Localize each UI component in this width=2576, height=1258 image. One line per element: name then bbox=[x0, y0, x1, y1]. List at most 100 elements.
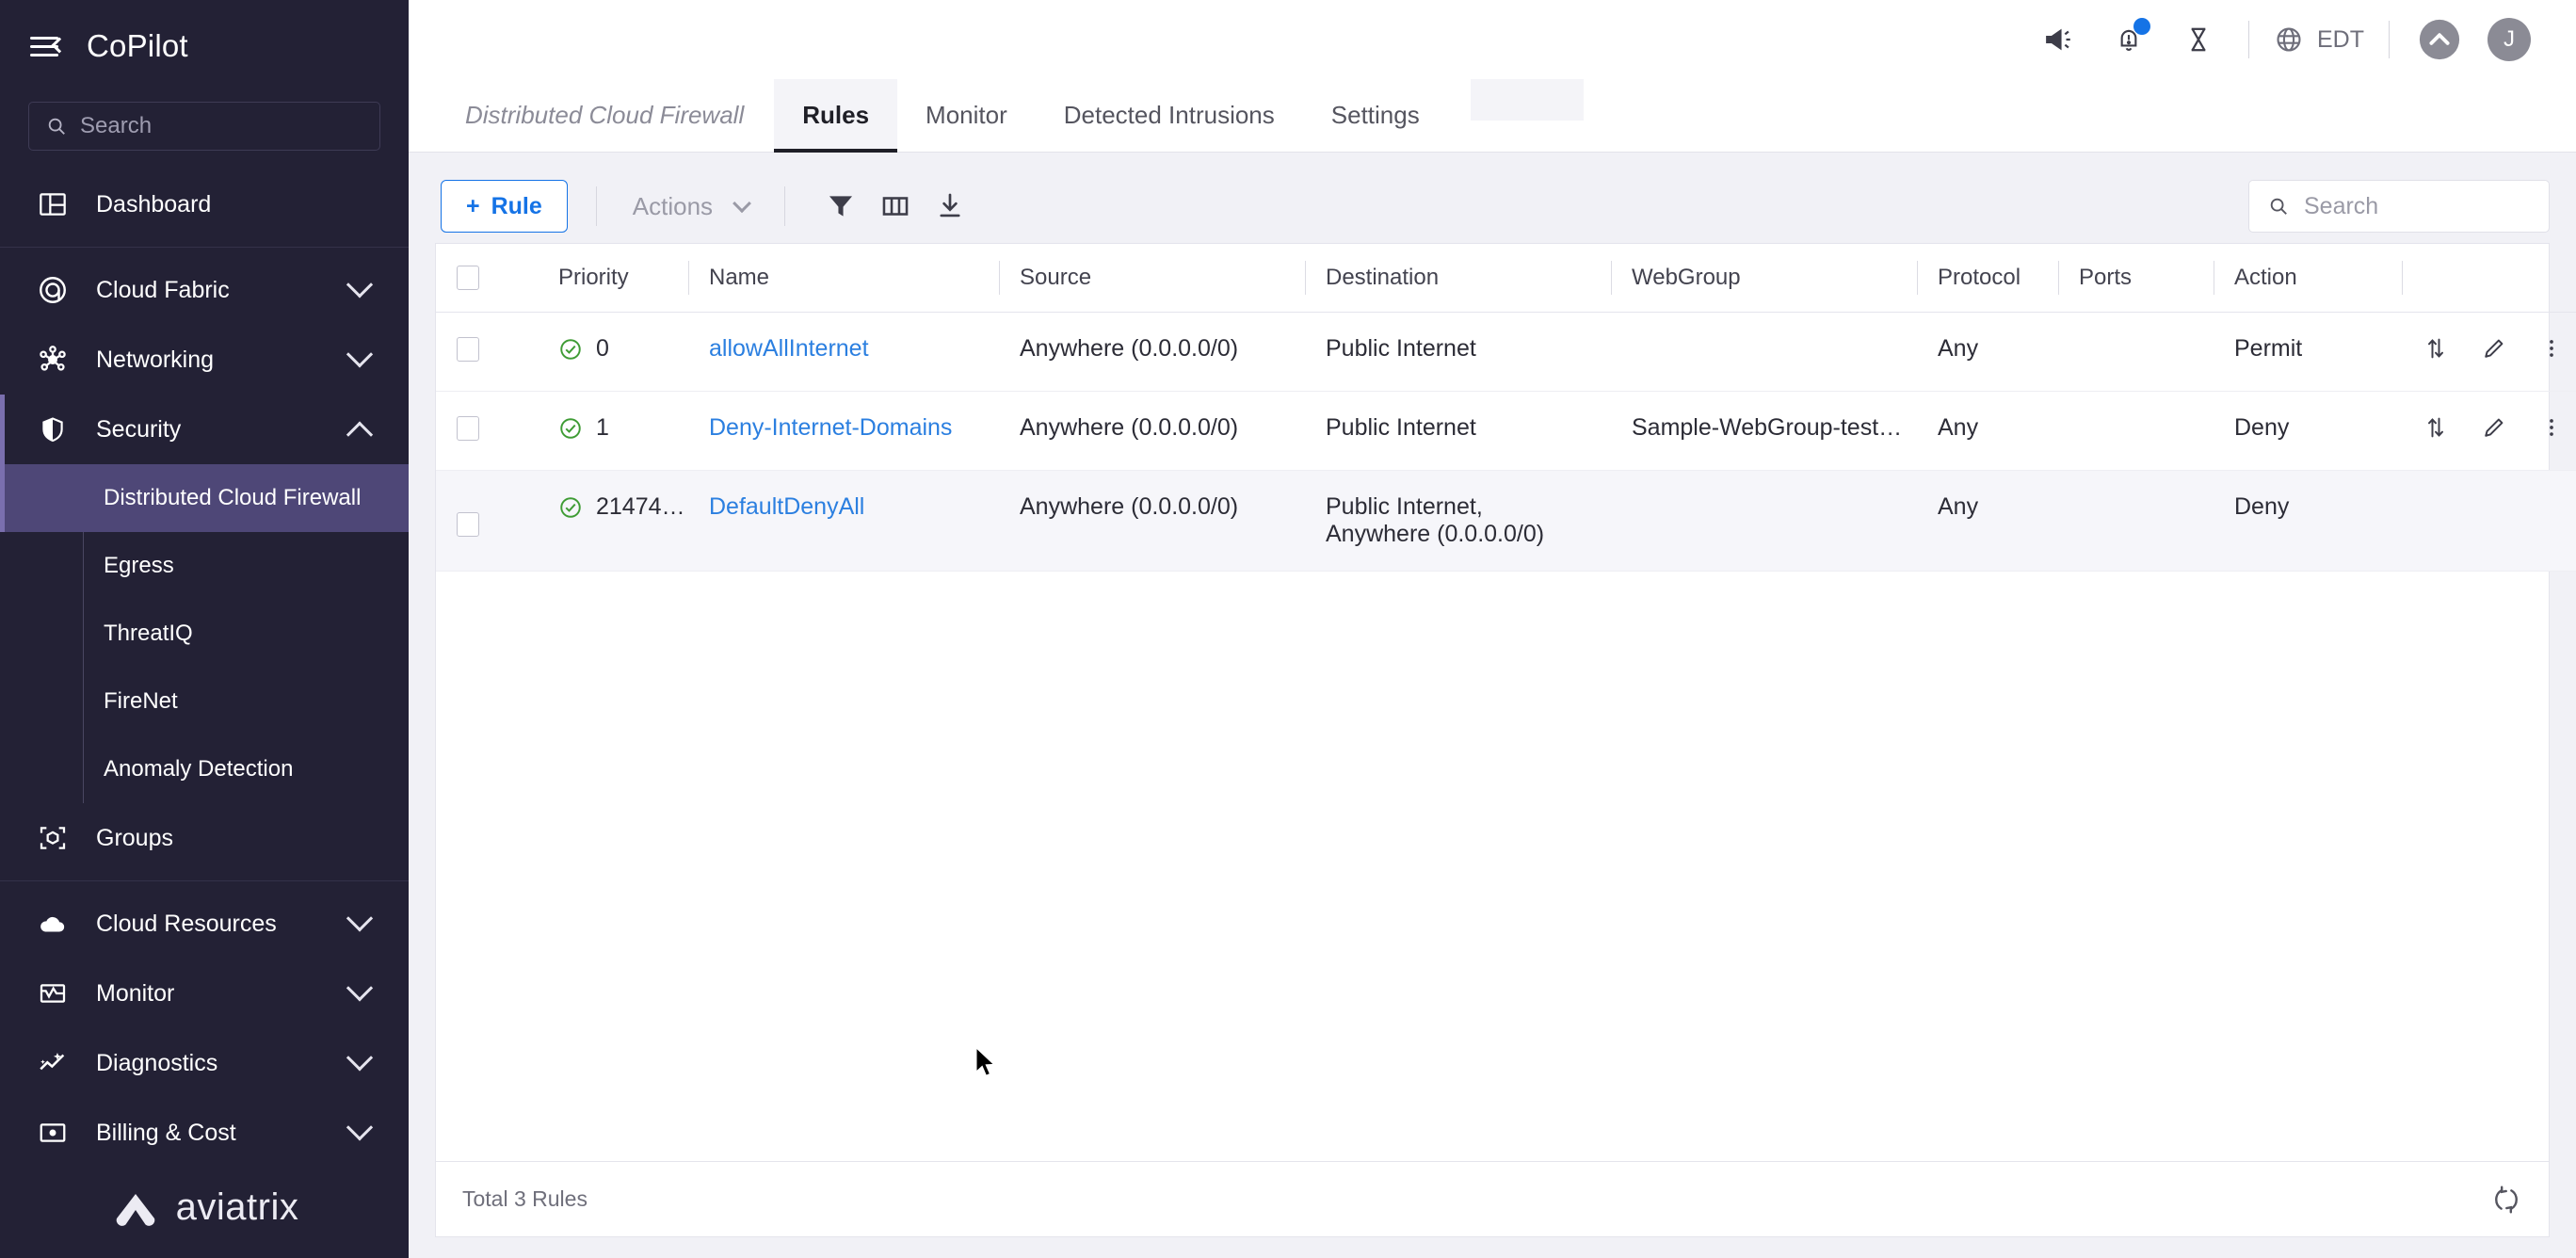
priority-value: 21474… bbox=[596, 493, 685, 520]
cell-priority: 1 bbox=[538, 391, 688, 471]
sidebar-item-cloud-resources[interactable]: Cloud Resources bbox=[0, 889, 409, 959]
cell-source: Anywhere (0.0.0.0/0) bbox=[999, 470, 1305, 572]
rules-toolbar: + Rule Actions Search bbox=[435, 169, 2550, 243]
more-vertical-icon[interactable] bbox=[2539, 336, 2564, 361]
column-header-action[interactable]: Action bbox=[2214, 244, 2402, 313]
sidebar-item-distributed-cloud-firewall[interactable]: Distributed Cloud Firewall bbox=[0, 464, 409, 532]
column-header-webgroup[interactable]: WebGroup bbox=[1611, 244, 1917, 313]
cloud-fabric-icon bbox=[34, 271, 72, 309]
select-all-checkbox[interactable] bbox=[457, 266, 479, 290]
row-checkbox[interactable] bbox=[457, 416, 479, 442]
refresh-icon[interactable] bbox=[2490, 1184, 2522, 1216]
sidebar-subitem-label: Egress bbox=[104, 553, 174, 578]
globe-icon bbox=[2277, 27, 2301, 52]
sidebar-item-diagnostics[interactable]: Diagnostics bbox=[0, 1028, 409, 1098]
table-row[interactable]: 21474… DefaultDenyAll Anywhere (0.0.0.0/… bbox=[436, 470, 2576, 572]
column-label: Protocol bbox=[1938, 265, 2021, 290]
check-circle-icon bbox=[560, 338, 581, 360]
columns-icon[interactable] bbox=[868, 179, 923, 234]
sidebar-item-networking[interactable]: Networking bbox=[0, 325, 409, 395]
sidebar-subitem-label: FireNet bbox=[104, 688, 178, 714]
column-header-protocol[interactable]: Protocol bbox=[1917, 244, 2058, 313]
sidebar-item-threatiq[interactable]: ThreatIQ bbox=[0, 600, 409, 668]
sidebar-item-cloud-fabric[interactable]: Cloud Fabric bbox=[0, 255, 409, 325]
tab-rules[interactable]: Rules bbox=[774, 79, 898, 153]
column-label: Ports bbox=[2079, 265, 2133, 290]
cell-protocol: Any bbox=[1917, 391, 2058, 471]
sidebar-item-security[interactable]: Security bbox=[0, 395, 409, 464]
more-vertical-icon[interactable] bbox=[2539, 415, 2564, 440]
sidebar-item-label: Cloud Resources bbox=[96, 910, 277, 937]
column-header-priority[interactable]: Priority bbox=[538, 244, 688, 313]
topbar-divider bbox=[2248, 21, 2249, 58]
table-row[interactable]: 1 Deny-Internet-Domains Anywhere (0.0.0.… bbox=[436, 391, 2576, 471]
download-icon[interactable] bbox=[923, 179, 977, 234]
chevron-down-icon bbox=[346, 1044, 374, 1072]
sidebar-item-label: Security bbox=[96, 415, 182, 443]
table-row[interactable]: 0 allowAllInternet Anywhere (0.0.0.0/0) … bbox=[436, 312, 2576, 392]
sidebar-subitem-label: ThreatIQ bbox=[104, 621, 193, 646]
tab-detected-intrusions[interactable]: Detected Intrusions bbox=[1036, 79, 1303, 152]
cell-webgroup bbox=[1611, 312, 1917, 392]
tab-monitor[interactable]: Monitor bbox=[897, 79, 1036, 152]
add-rule-button[interactable]: + Rule bbox=[441, 180, 568, 233]
sidebar-item-monitor[interactable]: Monitor bbox=[0, 959, 409, 1028]
sidebar-item-egress[interactable]: Egress bbox=[0, 532, 409, 600]
row-checkbox[interactable] bbox=[457, 337, 479, 363]
hamburger-collapse-icon[interactable] bbox=[30, 34, 68, 58]
search-icon bbox=[2270, 198, 2287, 215]
row-select-cell bbox=[436, 470, 538, 572]
table-empty-space bbox=[436, 572, 2549, 1161]
sidebar-item-billing-cost[interactable]: Billing & Cost bbox=[0, 1098, 409, 1156]
column-label: Name bbox=[709, 265, 770, 290]
sidebar-item-label: Diagnostics bbox=[96, 1049, 218, 1076]
hourglass-icon[interactable] bbox=[2164, 5, 2233, 74]
diagnostics-icon bbox=[34, 1044, 72, 1082]
sidebar-item-dashboard[interactable]: Dashboard bbox=[0, 169, 409, 239]
column-header-name[interactable]: Name bbox=[688, 244, 999, 313]
rule-name-link[interactable]: DefaultDenyAll bbox=[709, 493, 864, 520]
notification-badge bbox=[2133, 18, 2150, 35]
bell-alert-icon[interactable] bbox=[2094, 5, 2164, 74]
sidebar-search-input[interactable]: Search bbox=[28, 102, 380, 151]
cell-action: Deny bbox=[2214, 391, 2402, 471]
sidebar-item-firenet[interactable]: FireNet bbox=[0, 668, 409, 735]
row-select-cell bbox=[436, 312, 538, 392]
cell-protocol: Any bbox=[1917, 312, 2058, 392]
edit-pencil-icon[interactable] bbox=[2481, 335, 2507, 362]
topbar-divider bbox=[2389, 21, 2390, 58]
column-label: Destination bbox=[1326, 265, 1440, 290]
cell-name: Deny-Internet-Domains bbox=[688, 391, 999, 471]
cell-ports bbox=[2058, 391, 2214, 471]
tab-bar: Distributed Cloud Firewall Rules Monitor… bbox=[409, 79, 2576, 153]
actions-dropdown[interactable]: Actions bbox=[625, 192, 756, 221]
timezone-selector[interactable]: EDT bbox=[2264, 24, 2374, 55]
row-checkbox[interactable] bbox=[457, 512, 479, 538]
sort-updown-icon[interactable] bbox=[2423, 335, 2449, 362]
sidebar-item-label: Dashboard bbox=[96, 190, 212, 218]
search-input[interactable]: Search bbox=[2248, 180, 2550, 233]
chevron-up-circle-icon[interactable] bbox=[2405, 5, 2474, 74]
check-circle-icon bbox=[560, 417, 581, 439]
chevron-up-icon bbox=[346, 421, 374, 448]
networking-icon bbox=[34, 341, 72, 379]
breadcrumb[interactable]: Distributed Cloud Firewall bbox=[435, 79, 774, 152]
filter-funnel-icon[interactable] bbox=[813, 179, 868, 234]
toolbar-divider bbox=[595, 186, 597, 226]
column-header-destination[interactable]: Destination bbox=[1305, 244, 1611, 313]
select-all-header bbox=[436, 244, 538, 313]
sidebar-item-groups[interactable]: Groups bbox=[0, 803, 409, 873]
sidebar-search-wrap: Search bbox=[0, 92, 409, 151]
column-header-ports[interactable]: Ports bbox=[2058, 244, 2214, 313]
sort-updown-icon[interactable] bbox=[2423, 414, 2449, 441]
tab-settings[interactable]: Settings bbox=[1303, 79, 1448, 152]
sidebar-item-label: Groups bbox=[96, 824, 173, 851]
rule-name-link[interactable]: allowAllInternet bbox=[709, 335, 869, 362]
column-divider bbox=[2058, 261, 2059, 295]
megaphone-icon[interactable] bbox=[2024, 5, 2094, 74]
column-header-source[interactable]: Source bbox=[999, 244, 1305, 313]
sidebar-item-anomaly-detection[interactable]: Anomaly Detection bbox=[0, 735, 409, 803]
edit-pencil-icon[interactable] bbox=[2481, 414, 2507, 441]
avatar[interactable]: J bbox=[2474, 5, 2544, 74]
rule-name-link[interactable]: Deny-Internet-Domains bbox=[709, 414, 952, 441]
